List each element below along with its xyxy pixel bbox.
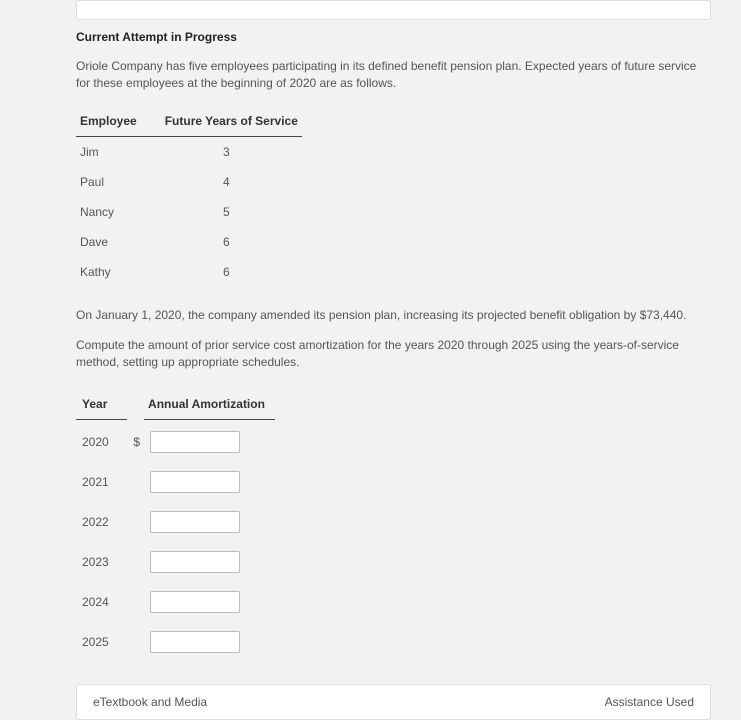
table-row: 2022 xyxy=(76,504,275,540)
year-value: 2024 xyxy=(76,584,127,620)
years-value: 4 xyxy=(161,167,302,197)
employee-name: Nancy xyxy=(76,197,161,227)
year-value: 2020 xyxy=(76,424,127,460)
years-value: 3 xyxy=(161,136,302,167)
currency-symbol xyxy=(127,504,144,540)
employee-name: Jim xyxy=(76,136,161,167)
amortization-input[interactable] xyxy=(150,511,240,533)
year-value: 2022 xyxy=(76,504,127,540)
table-row: Paul4 xyxy=(76,167,302,197)
table-row: Jim3 xyxy=(76,136,302,167)
years-value: 5 xyxy=(161,197,302,227)
year-value: 2023 xyxy=(76,544,127,580)
problem-intro: Oriole Company has five employees partic… xyxy=(76,58,711,92)
assistance-used-link[interactable]: Assistance Used xyxy=(605,695,694,709)
currency-symbol xyxy=(127,544,144,580)
currency-symbol xyxy=(127,624,144,660)
employee-name: Kathy xyxy=(76,257,161,287)
years-col-header: Future Years of Service xyxy=(161,106,302,137)
amortization-input[interactable] xyxy=(150,631,240,653)
amortization-input[interactable] xyxy=(150,431,240,453)
employee-table: Employee Future Years of Service Jim3Pau… xyxy=(76,106,302,287)
etextbook-link[interactable]: eTextbook and Media xyxy=(93,695,207,709)
year-value: 2025 xyxy=(76,624,127,660)
amortization-input[interactable] xyxy=(150,591,240,613)
footer-bar: eTextbook and Media Assistance Used xyxy=(76,684,711,720)
table-row: 2021 xyxy=(76,464,275,500)
table-row: 2020$ xyxy=(76,424,275,460)
amortization-table: Year Annual Amortization 2020$2021202220… xyxy=(76,385,275,664)
table-row: Kathy6 xyxy=(76,257,302,287)
amendment-text: On January 1, 2020, the company amended … xyxy=(76,307,711,324)
currency-symbol: $ xyxy=(127,424,144,460)
table-row: 2025 xyxy=(76,624,275,660)
employee-name: Paul xyxy=(76,167,161,197)
table-row: 2023 xyxy=(76,544,275,580)
emp-col-header: Employee xyxy=(76,106,161,137)
currency-symbol xyxy=(127,464,144,500)
amortization-input[interactable] xyxy=(150,471,240,493)
year-value: 2021 xyxy=(76,464,127,500)
employee-name: Dave xyxy=(76,227,161,257)
years-value: 6 xyxy=(161,227,302,257)
instruction-text: Compute the amount of prior service cost… xyxy=(76,337,711,371)
currency-symbol xyxy=(127,584,144,620)
year-col-header: Year xyxy=(76,389,127,420)
table-row: 2024 xyxy=(76,584,275,620)
attempt-heading: Current Attempt in Progress xyxy=(76,30,711,44)
amortization-input[interactable] xyxy=(150,551,240,573)
years-value: 6 xyxy=(161,257,302,287)
previous-card-edge xyxy=(76,0,711,20)
table-row: Nancy5 xyxy=(76,197,302,227)
table-row: Dave6 xyxy=(76,227,302,257)
amort-col-header: Annual Amortization xyxy=(144,389,275,420)
